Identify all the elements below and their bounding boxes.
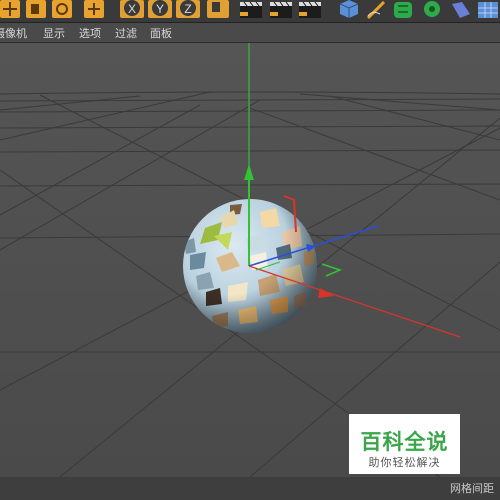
watermark-title: 百科全说 <box>360 430 449 454</box>
floor-object-icon[interactable] <box>478 2 498 18</box>
deformer-icon[interactable] <box>452 2 470 18</box>
svg-text:X: X <box>128 2 136 16</box>
top-toolbar: X Y Z <box>0 0 500 23</box>
render-view-icon[interactable] <box>240 1 262 18</box>
svg-text:Y: Y <box>156 2 164 16</box>
y-axis-lock-icon[interactable]: Y <box>148 0 172 18</box>
coordinate-system-icon[interactable] <box>207 0 229 18</box>
render-picture-viewer-icon[interactable] <box>270 1 292 18</box>
z-axis-lock-icon[interactable]: Z <box>176 0 200 18</box>
toolbar-icons: X Y Z <box>0 0 498 20</box>
pen-spline-icon[interactable] <box>366 0 386 20</box>
array-object-icon[interactable] <box>424 1 440 17</box>
menu-options[interactable]: 选项 <box>79 25 101 41</box>
watermark-subtitle: 助你轻松解决 <box>368 456 441 469</box>
watermark-logo: 百科全说 助你轻松解决 <box>349 414 460 474</box>
grid-spacing-label: 网格间距 <box>450 482 494 495</box>
cube-object-icon[interactable] <box>339 0 359 18</box>
render-settings-icon[interactable] <box>299 1 321 18</box>
x-axis-lock-icon[interactable]: X <box>120 0 144 18</box>
move-tool-icon[interactable] <box>0 0 20 18</box>
menu-panel[interactable]: 面板 <box>150 25 172 41</box>
rotate-tool-icon[interactable] <box>52 0 72 18</box>
viewport-menubar: 摄像机 显示 选项 过滤 面板 <box>0 23 500 43</box>
menu-display[interactable]: 显示 <box>43 25 65 41</box>
perspective-viewport[interactable] <box>0 43 500 477</box>
menu-filter[interactable]: 过滤 <box>115 25 137 41</box>
add-tool-icon[interactable] <box>84 0 104 18</box>
menu-camera[interactable]: 摄像机 <box>0 25 27 41</box>
status-bar: 网格间距 <box>0 477 500 500</box>
scale-tool-icon[interactable] <box>26 0 46 18</box>
svg-text:Z: Z <box>184 2 191 16</box>
subdivision-surface-icon[interactable] <box>394 2 412 18</box>
viewport-scene <box>0 43 500 477</box>
